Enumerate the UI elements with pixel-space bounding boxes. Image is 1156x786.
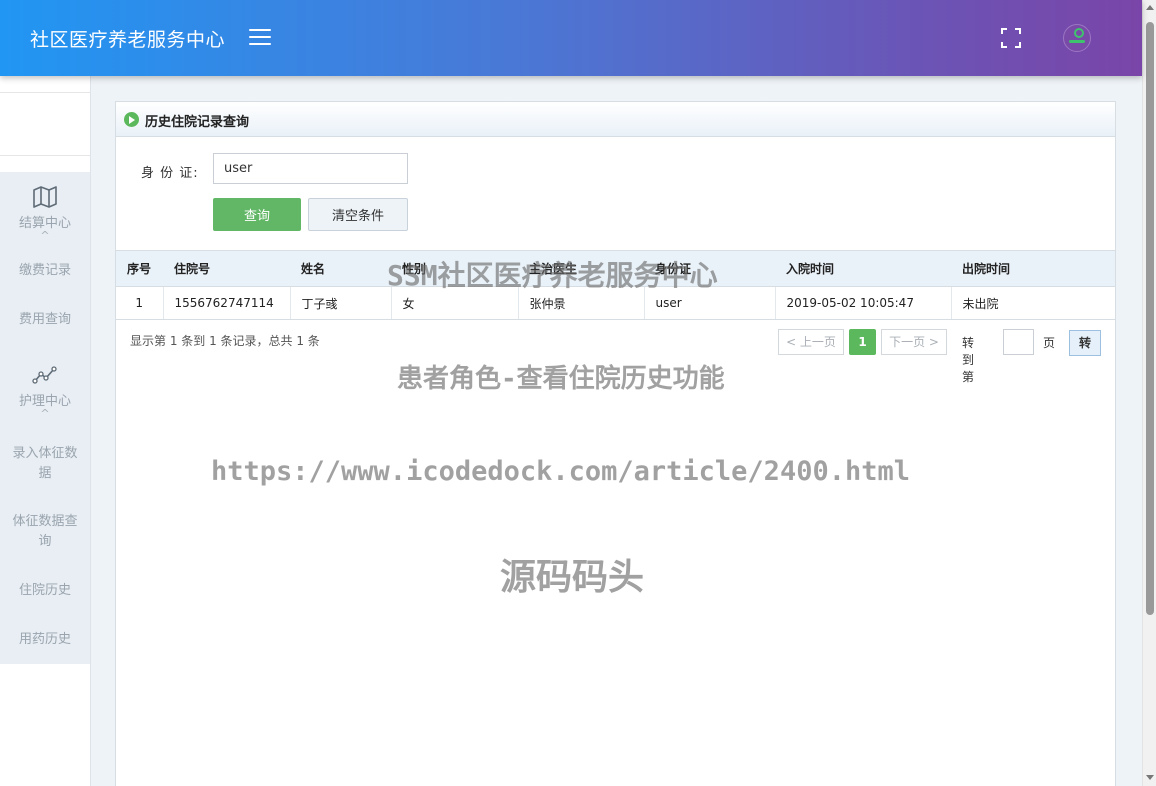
chevron-up-icon: ^ <box>40 229 50 242</box>
column-header[interactable]: 入院时间 <box>775 250 951 287</box>
page-unit-label: 页 <box>1043 336 1056 350</box>
column-header[interactable]: 性别 <box>391 250 518 287</box>
table-cell: 张仲景 <box>518 286 645 320</box>
goto-label: 转到第 <box>962 336 975 384</box>
sidebar: 结算中心 ^ 缴费记录 费用查询 护理中心 ^ 录入体征数据 体征数据查询 住院… <box>0 76 91 786</box>
scroll-up-arrow-icon[interactable] <box>1146 5 1154 10</box>
scroll-down-arrow-icon[interactable] <box>1146 775 1154 780</box>
table-cell: 未出院 <box>951 286 1115 320</box>
table-cell: 2019-05-02 10:05:47 <box>775 286 952 320</box>
line-chart-icon <box>32 366 57 384</box>
records-summary: 显示第 1 条到 1 条记录，总共 1 条 <box>130 334 320 348</box>
query-button[interactable]: 查询 <box>213 198 301 231</box>
column-header[interactable]: 住院号 <box>163 250 290 287</box>
sidebar-item-vitals-query[interactable]: 体征数据查询 <box>0 512 90 552</box>
history-panel: 历史住院记录查询 身 份 证: 查询 清空条件 序号 住院号 姓名 性别 主治医… <box>115 101 1116 786</box>
map-icon <box>33 186 57 208</box>
column-header[interactable]: 序号 <box>116 250 163 287</box>
table-header-row: 序号 住院号 姓名 性别 主治医生 身份证 入院时间 出院时间 <box>116 250 1115 287</box>
sidebar-item-enter-vitals[interactable]: 录入体征数据 <box>0 444 90 484</box>
panel-header: 历史住院记录查询 <box>116 102 1115 137</box>
sidebar-user-area <box>0 92 90 156</box>
column-header[interactable]: 出院时间 <box>951 250 1115 287</box>
next-page-button[interactable]: 下一页 > <box>881 329 947 355</box>
history-table: 序号 住院号 姓名 性别 主治医生 身份证 入院时间 出院时间 1 155676… <box>116 250 1115 320</box>
sidebar-item-medication-history[interactable]: 用药历史 <box>0 630 90 650</box>
top-header: 社区医疗养老服务中心 <box>0 0 1142 76</box>
goto-page-input[interactable] <box>1003 329 1034 355</box>
chevron-up-icon: ^ <box>40 407 50 420</box>
id-card-input[interactable] <box>213 153 408 184</box>
app-title: 社区医疗养老服务中心 <box>30 29 226 51</box>
column-header[interactable]: 姓名 <box>290 250 391 287</box>
goto-button[interactable]: 转 <box>1069 330 1101 356</box>
fullscreen-icon[interactable] <box>1000 27 1022 49</box>
table-cell: 1 <box>116 286 164 320</box>
column-header[interactable]: 主治医生 <box>518 250 644 287</box>
hamburger-icon[interactable] <box>249 29 271 47</box>
user-avatar[interactable] <box>1063 24 1091 52</box>
prev-page-button[interactable]: < 上一页 <box>778 329 844 355</box>
sidebar-item-payment-records[interactable]: 缴费记录 <box>0 261 90 281</box>
table-row[interactable]: 1 1556762747114 丁子彧 女 张仲景 user 2019-05-0… <box>116 286 1115 320</box>
table-cell: user <box>644 286 776 320</box>
table-cell: 女 <box>391 286 519 320</box>
column-header[interactable]: 身份证 <box>644 250 775 287</box>
sidebar-group-nursing[interactable]: 护理中心 ^ <box>0 366 90 419</box>
sidebar-group-settlement[interactable]: 结算中心 ^ <box>0 186 90 241</box>
current-page-button[interactable]: 1 <box>849 329 876 355</box>
id-card-label: 身 份 证: <box>141 166 199 181</box>
sidebar-nav: 结算中心 ^ 缴费记录 费用查询 护理中心 ^ 录入体征数据 体征数据查询 住院… <box>0 172 90 664</box>
play-circle-icon <box>124 112 139 127</box>
table-cell: 丁子彧 <box>290 286 392 320</box>
clear-conditions-button[interactable]: 清空条件 <box>308 198 408 231</box>
panel-title: 历史住院记录查询 <box>145 115 250 130</box>
table-cell: 1556762747114 <box>163 286 291 320</box>
vertical-scrollbar[interactable] <box>1142 0 1156 786</box>
scrollbar-thumb[interactable] <box>1146 22 1154 615</box>
sidebar-item-fee-query[interactable]: 费用查询 <box>0 310 90 330</box>
sidebar-item-hospital-history[interactable]: 住院历史 <box>0 581 90 601</box>
